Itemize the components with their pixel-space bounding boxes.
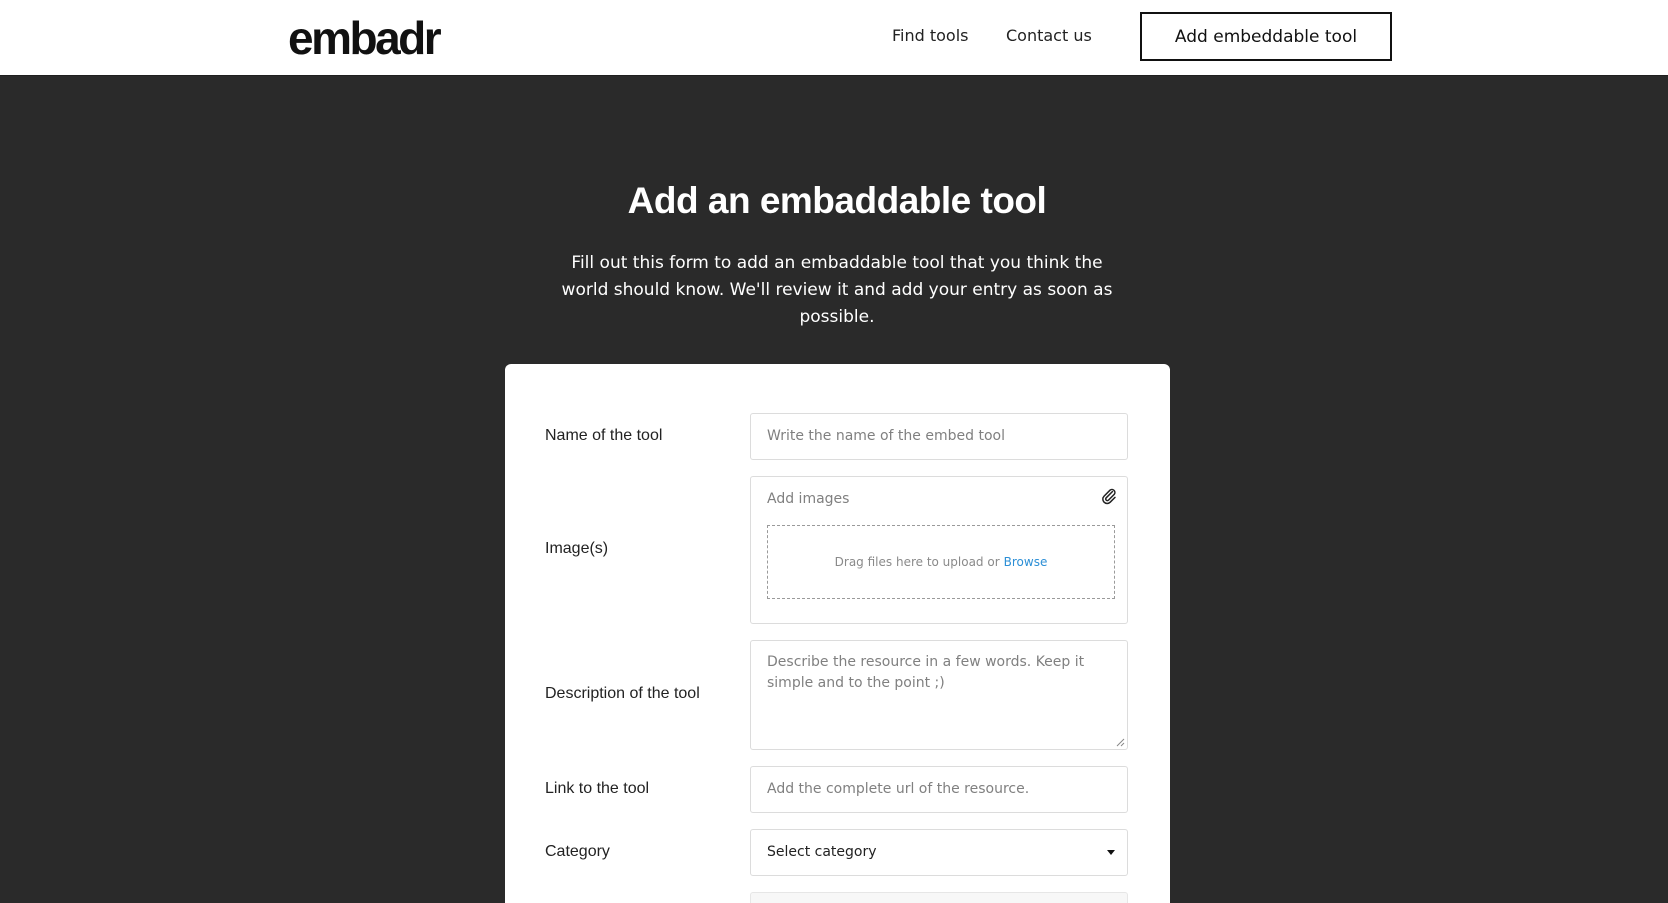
description-label: Description of the tool <box>545 685 700 702</box>
top-navbar: embadr Find tools Contact us Add embedda… <box>0 0 1668 76</box>
description-textarea[interactable]: Describe the resource in a few words. Ke… <box>750 640 1128 750</box>
category-label: Category <box>545 843 610 860</box>
description-placeholder: Describe the resource in a few words. Ke… <box>767 654 1085 691</box>
browse-link[interactable]: Browse <box>1004 555 1048 569</box>
name-label: Name of the tool <box>545 427 663 444</box>
images-label: Image(s) <box>545 540 609 557</box>
tool-link-input[interactable]: Add the complete url of the resource. <box>750 766 1128 813</box>
tool-link-placeholder: Add the complete url of the resource. <box>767 781 1030 797</box>
nav-find-tools[interactable]: Find tools <box>892 24 969 48</box>
next-field-partial[interactable] <box>750 892 1128 903</box>
category-select[interactable]: Select category <box>750 829 1128 876</box>
category-selected-value: Select category <box>767 844 877 860</box>
nav-contact-us[interactable]: Contact us <box>1006 24 1092 48</box>
add-embeddable-tool-button[interactable]: Add embeddable tool <box>1140 12 1392 61</box>
logo[interactable]: embadr <box>288 10 442 66</box>
dropzone-text: Drag files here to upload or <box>834 555 1000 569</box>
caret-down-icon <box>1107 850 1115 855</box>
page-title: Add an embaddable tool <box>627 180 1047 221</box>
images-placeholder: Add images <box>767 491 850 507</box>
add-tool-form: Name of the tool Write the name of the e… <box>505 364 1170 903</box>
link-label: Link to the tool <box>545 780 650 797</box>
images-upload-field: Add images Drag files here to upload or … <box>750 476 1128 624</box>
resize-grip-icon[interactable] <box>1116 738 1125 747</box>
paperclip-icon[interactable] <box>1101 487 1117 505</box>
tool-name-placeholder: Write the name of the embed tool <box>767 428 1005 444</box>
file-dropzone[interactable]: Drag files here to upload or Browse <box>767 525 1115 599</box>
tool-name-input[interactable]: Write the name of the embed tool <box>750 413 1128 460</box>
page-subtitle: Fill out this form to add an embaddable … <box>561 253 1113 327</box>
